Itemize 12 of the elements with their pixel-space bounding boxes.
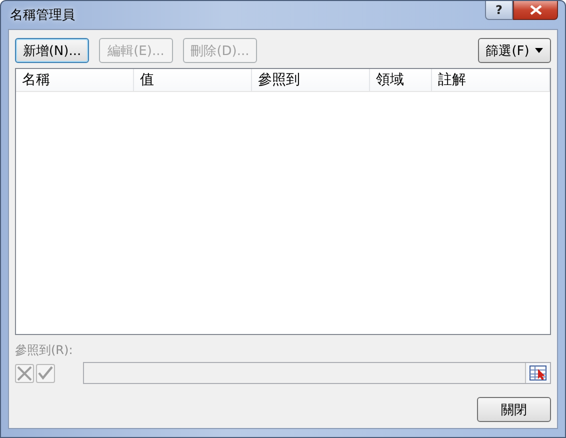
column-header[interactable]: 註解 (432, 68, 550, 91)
names-list[interactable]: 名稱 值 參照到 領域 註解 (15, 68, 551, 335)
help-button[interactable]: ? (485, 1, 513, 20)
column-header[interactable]: 值 (134, 68, 252, 91)
column-header[interactable]: 參照到 (252, 68, 370, 91)
filter-button[interactable]: 篩選(F) (478, 38, 551, 63)
refers-to-label: 參照到(R): (15, 342, 74, 359)
close-dialog-button[interactable]: 關閉 (477, 397, 551, 422)
window-title: 名稱管理員 (9, 7, 75, 24)
column-header[interactable]: 名稱 (16, 68, 134, 91)
toolbar-button[interactable]: 新增(N)... (15, 38, 89, 63)
column-header[interactable]: 領域 (370, 68, 432, 91)
